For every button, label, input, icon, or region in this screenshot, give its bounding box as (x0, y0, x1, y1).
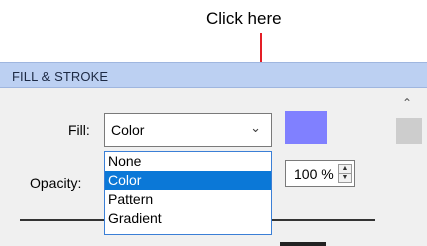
fill-stroke-panel: FILL & STROKE Fill: Color ⌄ None Color P… (0, 62, 427, 246)
fill-label: Fill: (68, 122, 90, 138)
fill-option-none[interactable]: None (105, 152, 271, 171)
chevron-down-icon[interactable]: ⌄ (250, 120, 261, 136)
fill-option-color[interactable]: Color (105, 171, 271, 190)
fill-color-swatch[interactable] (285, 111, 327, 144)
scrollbar-thumb[interactable] (396, 118, 422, 144)
annotation-text: Click here (206, 9, 282, 28)
opacity-spinner[interactable]: 100 % ▲ ▼ (285, 160, 355, 187)
fill-type-select[interactable]: Color ⌄ (104, 113, 272, 147)
fill-option-pattern[interactable]: Pattern (105, 190, 271, 209)
opacity-spin-buttons[interactable]: ▲ ▼ (338, 164, 352, 183)
fill-option-gradient[interactable]: Gradient (105, 209, 271, 228)
opacity-value[interactable]: 100 % (294, 166, 334, 182)
opacity-label: Opacity: (30, 175, 82, 191)
panel-header: FILL & STROKE (0, 62, 427, 88)
vertical-scrollbar[interactable]: ⌃ (392, 88, 427, 246)
fill-type-selected-value: Color (111, 122, 145, 138)
stroke-color-swatch-partial[interactable] (280, 242, 326, 246)
scroll-up-icon[interactable]: ⌃ (402, 96, 412, 110)
spin-down-icon[interactable]: ▼ (339, 174, 351, 182)
fill-type-dropdown-list: None Color Pattern Gradient (104, 151, 272, 235)
spin-up-icon[interactable]: ▲ (339, 165, 351, 174)
panel-title: FILL & STROKE (12, 69, 109, 84)
